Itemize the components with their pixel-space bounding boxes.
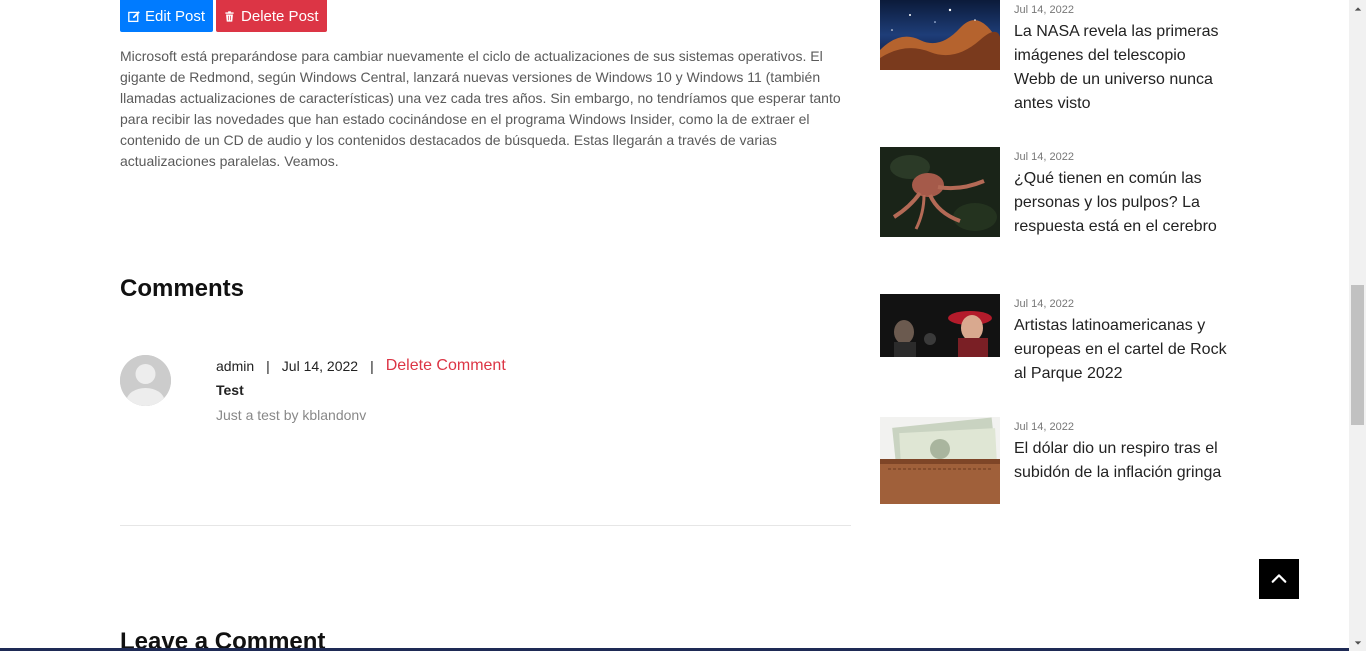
sidebar-post-title[interactable]: La NASA revela las primeras imágenes del… — [1014, 20, 1230, 116]
delete-post-button[interactable]: Delete Post — [216, 0, 327, 32]
concert-artists-image[interactable] — [880, 294, 1000, 357]
post-body: Microsoft está preparándose para cambiar… — [120, 48, 841, 169]
edit-icon — [128, 10, 141, 23]
sidebar-post-date: Jul 14, 2022 — [1014, 298, 1074, 310]
sidebar-post-title[interactable]: El dólar dio un respiro tras el subidón … — [1014, 437, 1230, 485]
sidebar-post-title[interactable]: Artistas latinoamericanas y europeas en … — [1014, 314, 1230, 386]
main-content: Edit Post Delete Post Microsoft está pre… — [120, 0, 851, 651]
delete-comment-link[interactable]: Delete Comment — [386, 357, 506, 375]
sidebar-post-title[interactable]: ¿Qué tienen en común las personas y los … — [1014, 167, 1230, 239]
page: Edit Post Delete Post Microsoft está pre… — [0, 0, 1366, 651]
meta-separator: | — [266, 358, 270, 374]
user-placeholder-icon — [120, 355, 171, 406]
comment-date: Jul 14, 2022 — [281, 358, 359, 374]
comment-meta: admin | Jul 14, 2022 | Delete Comment — [216, 355, 506, 377]
delete-post-label: Delete Post — [241, 7, 319, 25]
space-nebula-image[interactable] — [880, 0, 1000, 70]
vertical-scrollbar[interactable] — [1349, 0, 1366, 651]
divider — [120, 525, 851, 526]
avatar — [120, 355, 171, 406]
octopus-image[interactable] — [880, 147, 1000, 237]
sidebar-post-date: Jul 14, 2022 — [1014, 421, 1074, 433]
back-to-top-button[interactable] — [1259, 559, 1299, 599]
edit-post-button[interactable]: Edit Post — [120, 0, 214, 32]
scroll-up-arrow-icon[interactable] — [1349, 0, 1366, 17]
comment-text: Just a test by kblandonv — [216, 407, 367, 423]
post-actions: Edit Post Delete Post — [120, 0, 327, 32]
comment-author: admin — [216, 358, 255, 374]
sidebar-post-date: Jul 14, 2022 — [1014, 4, 1074, 16]
comments-heading: Comments — [120, 275, 245, 302]
sidebar-post-date: Jul 14, 2022 — [1014, 151, 1074, 163]
scrollbar-thumb[interactable] — [1351, 285, 1364, 425]
scroll-down-arrow-icon[interactable] — [1349, 634, 1366, 651]
comment-title: Test — [216, 382, 244, 398]
meta-separator: | — [370, 358, 374, 374]
trash-icon — [224, 10, 237, 23]
dollar-wallet-image[interactable] — [880, 417, 1000, 504]
chevron-up-icon — [1271, 574, 1287, 583]
comment-item: admin | Jul 14, 2022 | Delete Comment Te… — [120, 355, 851, 435]
edit-post-label: Edit Post — [145, 7, 206, 25]
